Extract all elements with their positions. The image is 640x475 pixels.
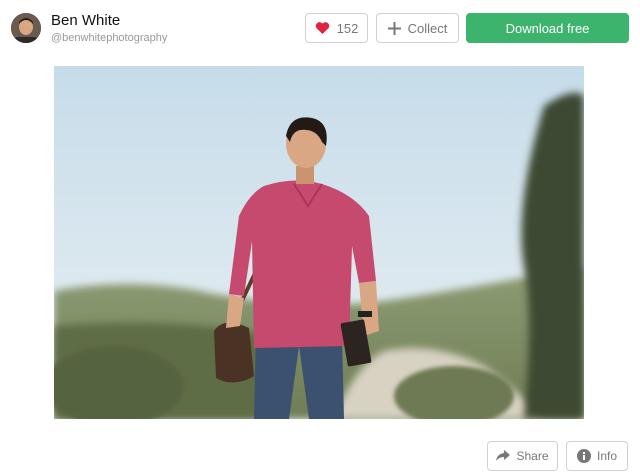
collect-button[interactable]: Collect: [376, 13, 459, 43]
collect-label: Collect: [407, 20, 448, 36]
share-label: Share: [516, 449, 549, 463]
info-label: Info: [596, 449, 617, 463]
author-name[interactable]: Ben White: [51, 12, 120, 29]
heart-icon: [315, 21, 330, 35]
plus-icon: [387, 21, 401, 35]
author-handle[interactable]: @benwhitephotography: [51, 32, 167, 44]
share-button[interactable]: Share: [487, 441, 558, 471]
like-count: 152: [336, 20, 359, 36]
share-arrow-icon: [496, 450, 511, 462]
like-button[interactable]: 152: [305, 13, 368, 43]
main-photo[interactable]: [54, 66, 584, 419]
avatar[interactable]: [11, 13, 41, 43]
download-button[interactable]: Download free: [466, 13, 629, 43]
photo-header: Ben White @benwhitephotography 152 Colle…: [0, 0, 640, 58]
download-label: Download free: [505, 20, 590, 36]
info-icon: [576, 449, 591, 463]
info-button[interactable]: Info: [566, 441, 628, 471]
